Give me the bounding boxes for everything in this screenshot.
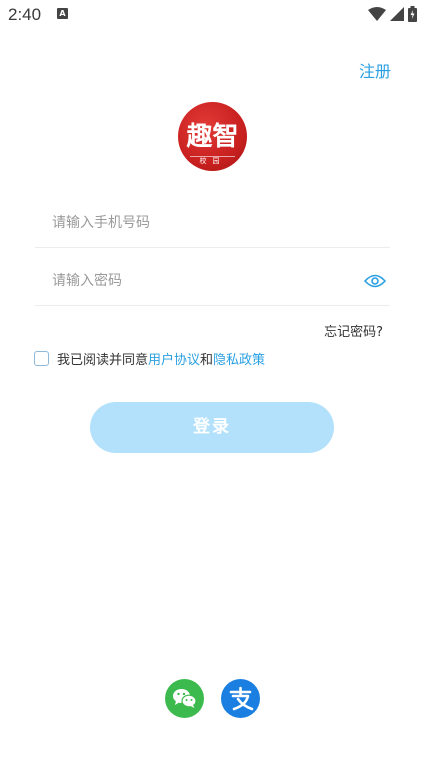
- phone-field: [35, 203, 390, 248]
- logo-title: 趣智: [186, 122, 239, 152]
- register-link[interactable]: 注册: [359, 58, 391, 82]
- user-agreement-link[interactable]: 用户协议: [148, 349, 200, 368]
- app-logo: 趣智 校园: [178, 102, 247, 171]
- status-icons: [368, 6, 417, 22]
- wechat-icon: [173, 689, 197, 708]
- alipay-login-button[interactable]: [221, 679, 260, 718]
- eye-icon[interactable]: [364, 273, 386, 289]
- agreement-checkbox[interactable]: [34, 351, 49, 366]
- login-button[interactable]: 登录: [90, 402, 334, 453]
- wechat-login-button[interactable]: [165, 679, 204, 718]
- agreement-row: 我已阅读并同意 用户协议 和 隐私政策: [34, 349, 265, 368]
- privacy-policy-link[interactable]: 隐私政策: [213, 349, 265, 368]
- phone-input[interactable]: [35, 203, 352, 243]
- forgot-password-link[interactable]: 忘记密码?: [324, 321, 383, 340]
- alipay-icon: [229, 686, 254, 711]
- battery-icon: [408, 6, 417, 22]
- password-field: [35, 261, 390, 306]
- agreement-prefix: 我已阅读并同意: [57, 353, 149, 368]
- status-time: 2:40: [8, 5, 42, 24]
- agreement-and: 和: [200, 353, 214, 368]
- logo-subtitle: 校园: [199, 157, 226, 165]
- status-bar: 2:40 A: [0, 0, 425, 30]
- wifi-icon: [368, 7, 386, 21]
- password-input[interactable]: [35, 261, 352, 301]
- notification-a-icon: A: [57, 8, 68, 19]
- signal-icon: [390, 7, 404, 21]
